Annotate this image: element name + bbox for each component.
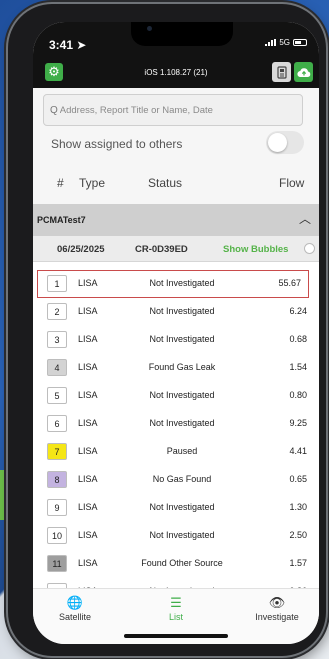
row-type: LISA	[78, 278, 98, 288]
show-bubbles-radio[interactable]	[304, 243, 315, 254]
phone-frame: 3:41 ➤ 5G ⚙ iOS 1.108.27 (21) Q Show ass…	[8, 4, 326, 656]
row-number-badge: 9	[47, 499, 67, 516]
row-number-badge: 7	[47, 443, 67, 460]
row-number-badge: 6	[47, 415, 67, 432]
cloud-upload-icon[interactable]	[294, 62, 313, 82]
table-row[interactable]: 5 LISA Not Investigated 0.80	[33, 382, 319, 410]
battery-icon	[293, 39, 307, 46]
row-type: LISA	[78, 418, 98, 428]
table-row[interactable]: 10 LISA Not Investigated 2.50	[33, 522, 319, 550]
eye-icon: 👁	[268, 595, 286, 610]
row-flow: 0.68	[289, 334, 307, 344]
row-flow: 0.80	[289, 390, 307, 400]
row-number-badge: 2	[47, 303, 67, 320]
row-status: Not Investigated	[149, 334, 215, 344]
status-indicators: 5G	[265, 38, 307, 47]
nav-label: List	[168, 612, 183, 622]
table-row-selected[interactable]: 1 LISA Not Investigated 55.67	[37, 270, 309, 298]
search-icon: Q	[50, 104, 58, 116]
table-row[interactable]: 3 LISA Not Investigated 0.68	[33, 326, 319, 354]
row-type: LISA	[78, 502, 98, 512]
network-label: 5G	[279, 38, 290, 47]
row-flow: 0.65	[289, 474, 307, 484]
row-status: Not Investigated	[149, 306, 215, 316]
row-status: Not Investigated	[149, 530, 215, 540]
nav-label: Satellite	[58, 612, 92, 622]
session-date: 06/25/2025	[57, 244, 105, 255]
row-type: LISA	[78, 446, 98, 456]
table-row[interactable]: 8 LISA No Gas Found 0.65	[33, 466, 319, 494]
signal-icon	[265, 39, 277, 46]
row-type: LISA	[78, 390, 98, 400]
row-flow: 6.24	[289, 306, 307, 316]
status-time: 3:41 ➤	[49, 38, 87, 52]
row-flow: 1.54	[289, 362, 307, 372]
session-report-id: CR-0D39ED	[135, 244, 188, 255]
show-assigned-toggle[interactable]	[266, 131, 304, 154]
row-flow: 4.41	[289, 446, 307, 456]
table-row[interactable]: 11 LISA Found Other Source 1.57	[33, 550, 319, 578]
row-status: Not Investigated	[149, 418, 215, 428]
toggle-knob	[268, 133, 287, 152]
list-icon: ☰	[170, 595, 182, 610]
app-header: ⚙ iOS 1.108.27 (21)	[33, 60, 319, 88]
nav-satellite[interactable]: 🌐 Satellite	[45, 595, 105, 622]
column-header-status[interactable]: Status	[148, 176, 182, 190]
filter-panel: Q Show assigned to others # Type Status …	[33, 88, 319, 220]
device-icon[interactable]	[272, 62, 291, 82]
row-number-badge: 3	[47, 331, 67, 348]
row-flow: 55.67	[278, 278, 301, 288]
row-number-badge: 1	[47, 275, 67, 292]
group-header[interactable]: PCMATest7 ︿	[33, 204, 319, 236]
group-title: PCMATest7	[37, 215, 86, 225]
row-type: LISA	[78, 362, 98, 372]
toggle-label: Show assigned to others	[51, 137, 183, 151]
row-number-badge: 8	[47, 471, 67, 488]
nav-label: Investigate	[255, 612, 299, 622]
globe-icon: 🌐	[66, 595, 84, 610]
row-type: LISA	[78, 306, 98, 316]
row-status: Paused	[166, 446, 198, 456]
row-status: Not Investigated	[149, 278, 215, 288]
column-header-type[interactable]: Type	[79, 176, 105, 190]
row-flow: 1.57	[289, 558, 307, 568]
table-row[interactable]: 7 LISA Paused 4.41	[33, 438, 319, 466]
row-type: LISA	[78, 558, 98, 568]
row-flow: 1.30	[289, 502, 307, 512]
table-row[interactable]: 2 LISA Not Investigated 6.24	[33, 298, 319, 326]
row-type: LISA	[78, 530, 98, 540]
row-status: Not Investigated	[149, 502, 215, 512]
row-status: Found Other Source	[141, 558, 223, 568]
row-status: Found Gas Leak	[148, 362, 216, 372]
row-number-badge: 4	[47, 359, 67, 376]
row-number-badge: 5	[47, 387, 67, 404]
nav-list[interactable]: ☰ List	[146, 595, 206, 622]
notch	[131, 22, 233, 46]
home-indicator	[124, 634, 228, 638]
nav-investigate[interactable]: 👁 Investigate	[247, 595, 307, 622]
indication-list: 1 LISA Not Investigated 55.67 2 LISA Not Inves…	[33, 270, 319, 606]
row-number-badge: 11	[47, 555, 67, 572]
chevron-up-icon[interactable]: ︿	[299, 210, 311, 227]
camera-icon	[147, 26, 152, 31]
row-number-badge: 10	[47, 527, 67, 544]
row-type: LISA	[78, 474, 98, 484]
row-status: No Gas Found	[152, 474, 212, 484]
column-header-num: #	[57, 176, 64, 190]
table-row[interactable]: 6 LISA Not Investigated 9.25	[33, 410, 319, 438]
app-screen: 3:41 ➤ 5G ⚙ iOS 1.108.27 (21) Q Show ass…	[33, 22, 319, 644]
row-flow: 2.50	[289, 530, 307, 540]
search-field[interactable]: Q	[43, 94, 303, 126]
table-row[interactable]: 4 LISA Found Gas Leak 1.54	[33, 354, 319, 382]
row-type: LISA	[78, 334, 98, 344]
column-header-flow[interactable]: Flow	[279, 176, 304, 190]
bottom-nav: 🌐 Satellite ☰ List 👁 Investigate	[33, 588, 319, 644]
search-input[interactable]	[59, 104, 290, 116]
row-status: Not Investigated	[149, 390, 215, 400]
show-bubbles-button[interactable]: Show Bubbles	[223, 244, 288, 255]
row-flow: 9.25	[289, 418, 307, 428]
session-row: 06/25/2025 CR-0D39ED Show Bubbles	[33, 236, 319, 262]
table-row[interactable]: 9 LISA Not Investigated 1.30	[33, 494, 319, 522]
